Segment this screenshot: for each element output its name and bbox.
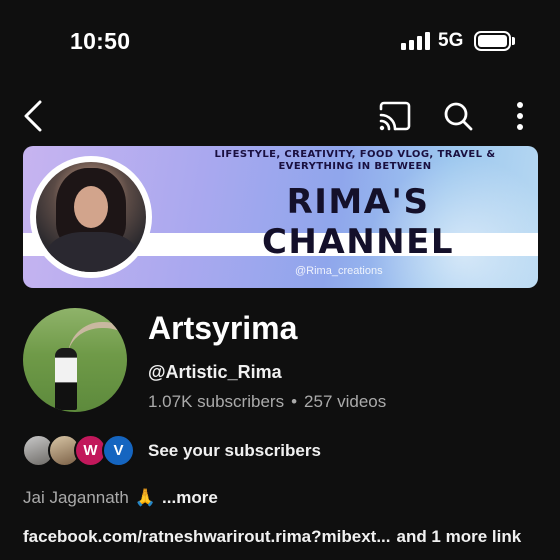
more-button[interactable]: ...more	[162, 488, 218, 508]
banner-tagline: LIFESTYLE, CREATIVITY, FOOD VLOG, TRAVEL…	[214, 149, 496, 172]
channel-links[interactable]: facebook.com/ratneshwarirout.rima?mibext…	[23, 527, 521, 547]
description-text: Jai Jagannath	[23, 488, 129, 507]
channel-stats: 1.07K subscribers • 257 videos	[148, 392, 386, 412]
search-icon[interactable]	[442, 100, 474, 132]
channel-name: Artsyrima	[148, 310, 298, 346]
folded-hands-emoji: 🙏	[134, 488, 157, 507]
see-subscribers-label[interactable]: See your subscribers	[148, 441, 321, 461]
banner-portrait	[30, 156, 152, 278]
back-arrow-icon[interactable]	[20, 98, 48, 134]
video-count: 257 videos	[304, 392, 387, 411]
channel-handle: @Artistic_Rima	[148, 362, 282, 382]
status-bar: 10:50 5G	[0, 0, 560, 80]
battery-icon	[474, 31, 511, 51]
cast-icon[interactable]	[378, 100, 412, 132]
subscriber-count: 1.07K subscribers	[148, 392, 285, 411]
facebook-link[interactable]: facebook.com/ratneshwarirout.rima?mibext…	[23, 527, 390, 547]
more-vert-icon[interactable]	[508, 100, 532, 132]
subscriber-avatar: V	[102, 434, 135, 467]
network-type: 5G	[438, 30, 464, 51]
status-time: 10:50	[70, 28, 131, 54]
more-links-button[interactable]: and 1 more link	[396, 527, 521, 547]
see-subscribers-row[interactable]: W V See your subscribers	[22, 434, 542, 468]
banner-title: RIMA'S CHANNEL	[261, 182, 455, 262]
stats-separator: •	[291, 392, 298, 411]
channel-avatar[interactable]	[23, 308, 127, 412]
top-app-bar	[0, 90, 560, 142]
banner-handle: @Rima_creations	[295, 265, 383, 277]
battery-tip	[512, 37, 515, 45]
channel-banner[interactable]: LIFESTYLE, CREATIVITY, FOOD VLOG, TRAVEL…	[23, 146, 538, 288]
channel-description[interactable]: Jai Jagannath 🙏 ...more	[23, 488, 218, 508]
signal-icon	[401, 32, 430, 50]
